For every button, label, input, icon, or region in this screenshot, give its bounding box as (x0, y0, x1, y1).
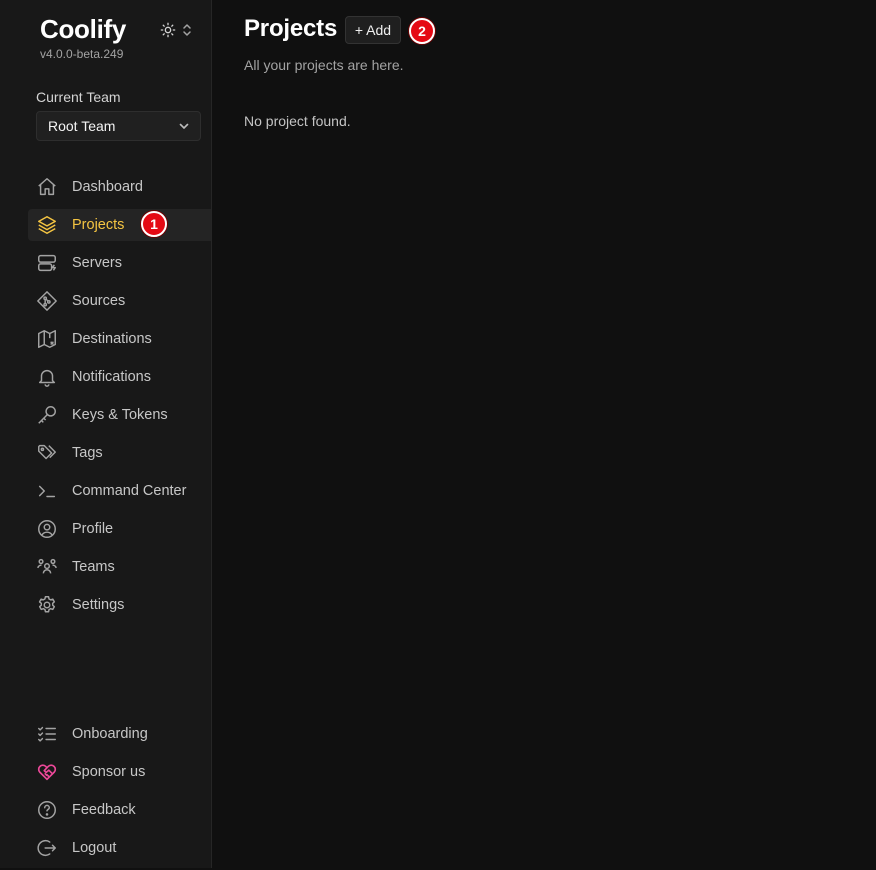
nav-item-keys-tokens[interactable]: Keys & Tokens (28, 399, 211, 431)
nav-item-label: Logout (72, 840, 117, 856)
nav-item-destinations[interactable]: Destinations (28, 323, 211, 355)
theme-toggle[interactable] (160, 20, 200, 40)
user-circle-icon (36, 518, 58, 540)
key-icon (36, 404, 58, 426)
nav-item-label: Tags (72, 445, 103, 461)
page-subtitle: All your projects are here. (244, 57, 404, 73)
app-logo[interactable]: Coolify (40, 14, 126, 45)
current-team-label: Current Team (36, 89, 121, 105)
nav-item-label: Sponsor us (72, 764, 146, 780)
nav-item-label: Feedback (72, 802, 136, 818)
layers-icon (36, 214, 58, 236)
main-nav: Dashboard Projects Servers Sources Desti… (28, 171, 211, 627)
help-circle-icon (36, 799, 58, 821)
empty-state-message: No project found. (244, 113, 351, 129)
tags-icon (36, 442, 58, 464)
logout-icon (36, 837, 58, 859)
add-project-button[interactable]: + Add (345, 16, 401, 44)
step-badge: 1 (141, 211, 167, 237)
nav-item-feedback[interactable]: Feedback (28, 794, 211, 826)
nav-item-projects[interactable]: Projects (28, 209, 211, 241)
nav-item-sponsor[interactable]: Sponsor us (28, 756, 211, 788)
chevron-down-icon (178, 120, 190, 132)
nav-item-profile[interactable]: Profile (28, 513, 211, 545)
nav-item-tags[interactable]: Tags (28, 437, 211, 469)
nav-item-label: Servers (72, 255, 122, 271)
page-title: Projects (244, 15, 338, 42)
sidebar: Coolify v4.0.0-beta.249 Current Team Roo… (0, 0, 212, 868)
nav-item-label: Profile (72, 521, 114, 537)
nav-item-label: Sources (72, 293, 126, 309)
nav-item-servers[interactable]: Servers (28, 247, 211, 279)
nav-item-teams[interactable]: Teams (28, 551, 211, 583)
nav-item-label: Settings (72, 597, 125, 613)
gear-icon (36, 594, 58, 616)
nav-item-label: Onboarding (72, 726, 148, 742)
nav-item-label: Keys & Tokens (72, 407, 168, 423)
app-version: v4.0.0-beta.249 (40, 47, 124, 61)
bottom-nav: Onboarding Sponsor us Feedback Logout (28, 718, 211, 870)
home-icon (36, 176, 58, 198)
nav-item-label: Destinations (72, 331, 152, 347)
nav-item-label: Command Center (72, 483, 187, 499)
nav-item-logout[interactable]: Logout (28, 832, 211, 864)
checklist-icon (36, 723, 58, 745)
nav-item-label: Notifications (72, 369, 151, 385)
team-select[interactable]: Root Team (36, 111, 201, 141)
bell-icon (36, 366, 58, 388)
nav-item-settings[interactable]: Settings (28, 589, 211, 621)
nav-item-command-center[interactable]: Command Center (28, 475, 211, 507)
nav-item-label: Dashboard (72, 179, 143, 195)
nav-item-notifications[interactable]: Notifications (28, 361, 211, 393)
server-icon (36, 252, 58, 274)
nav-item-sources[interactable]: Sources (28, 285, 211, 317)
heart-handshake-icon (36, 761, 58, 783)
terminal-icon (36, 480, 58, 502)
nav-item-dashboard[interactable]: Dashboard (28, 171, 211, 203)
users-icon (36, 556, 58, 578)
git-branch-icon (36, 290, 58, 312)
nav-item-label: Teams (72, 559, 115, 575)
nav-item-onboarding[interactable]: Onboarding (28, 718, 211, 750)
chevron-updown-icon (182, 23, 192, 37)
map-icon (36, 328, 58, 350)
team-select-value: Root Team (48, 118, 116, 134)
sun-icon (160, 22, 176, 38)
step-badge: 2 (409, 18, 435, 44)
nav-item-label: Projects (72, 217, 125, 233)
